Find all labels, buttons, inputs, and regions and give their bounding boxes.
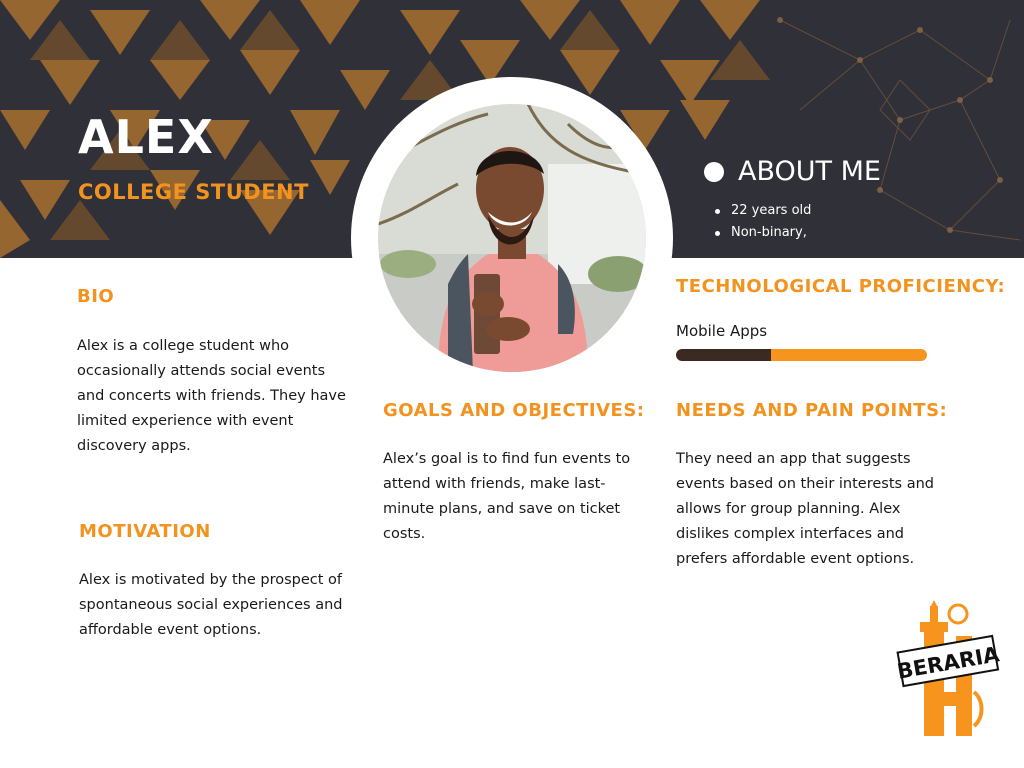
about-bullet-icon: [704, 162, 724, 182]
about-item-gender: Non-binary,: [713, 222, 811, 244]
tech-title: TECHNOLOGICAL PROFICIENCY:: [676, 276, 1006, 297]
needs-title: NEEDS AND PAIN POINTS:: [676, 400, 948, 421]
persona-role: COLLEGE STUDENT: [78, 180, 309, 204]
about-item-age: 22 years old: [713, 200, 811, 222]
goals-title: GOALS AND OBJECTIVES:: [383, 400, 645, 421]
motivation-text: Alex is motivated by the prospect of spo…: [79, 572, 343, 638]
motivation-title: MOTIVATION: [79, 521, 211, 542]
goals-text: Alex’s goal is to find fun events to att…: [383, 451, 631, 542]
persona-name: ALEX: [78, 110, 214, 164]
bio-title: BIO: [77, 286, 115, 307]
about-title: ABOUT ME: [738, 156, 881, 187]
tech-skill-label: Mobile Apps: [676, 322, 768, 340]
needs-text: They need an app that suggests events ba…: [676, 451, 934, 567]
persona-photo: [378, 104, 646, 372]
beraria-logo: BERARIA: [895, 600, 1002, 744]
tech-skill-bar-fill: [676, 349, 772, 361]
bio-text: Alex is a college student who occasional…: [77, 338, 346, 454]
tech-skill-bar: [676, 349, 927, 361]
about-list: 22 years old Non-binary,: [713, 200, 811, 244]
